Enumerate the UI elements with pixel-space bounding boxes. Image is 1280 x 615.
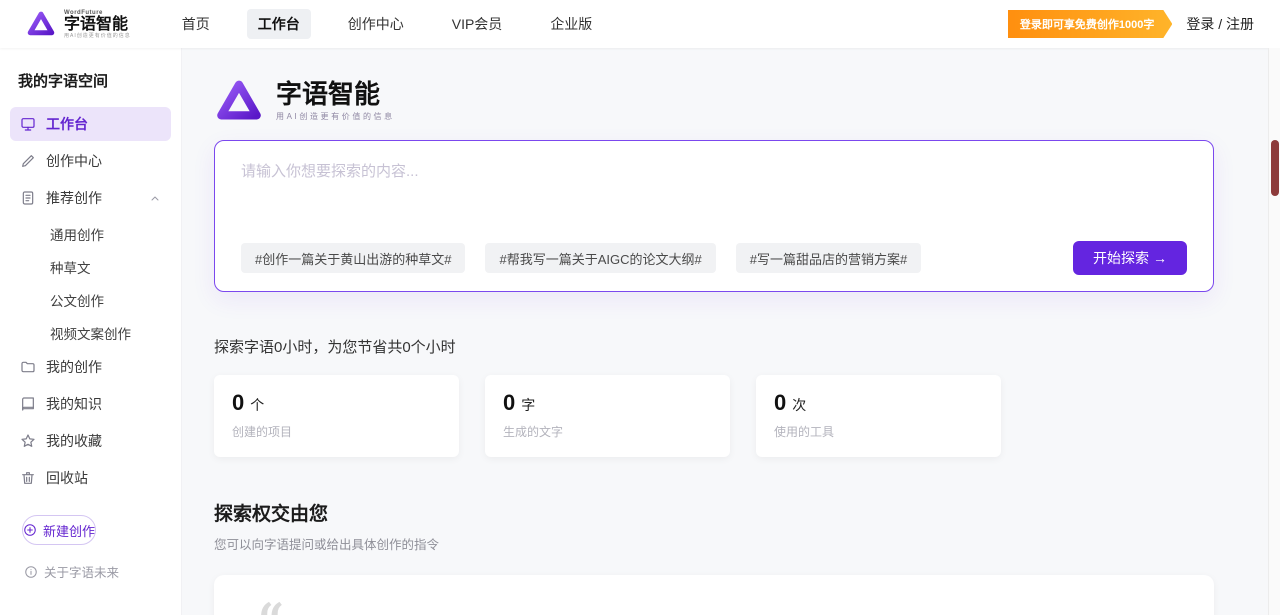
sidebar-subitem-video-copy[interactable]: 视频文案创作 (10, 317, 171, 349)
login-register-link[interactable]: 登录 / 注册 (1186, 14, 1254, 34)
stat-unit: 字 (521, 395, 535, 415)
sidebar-item-label: 我的收藏 (46, 431, 102, 451)
sidebar-item-workbench[interactable]: 工作台 (10, 107, 171, 141)
sidebar-item-label: 我的创作 (46, 357, 102, 377)
nav-enterprise[interactable]: 企业版 (539, 9, 603, 39)
sidebar-item-label: 工作台 (46, 114, 88, 134)
nav-right: 登录即可享免费创作1000字 登录 / 注册 (1008, 10, 1254, 38)
stat-unit: 次 (792, 395, 806, 415)
stat-label: 生成的文字 (503, 423, 712, 440)
app-root: WordFuture 字语智能 用AI创造更有价值的信息 首页 工作台 创作中心… (0, 0, 1280, 615)
qa-example-card: 字语智能是什么? 嗯，帮我创作一篇北京出游攻略 (214, 575, 1214, 615)
sidebar-item-my-creations[interactable]: 我的创作 (10, 350, 171, 384)
sidebar-item-label: 创作中心 (46, 151, 102, 171)
stat-card-projects: 0 个 创建的项目 (214, 375, 459, 457)
star-icon (20, 433, 36, 449)
stats-row: 0 个 创建的项目 0 字 生成的文字 0 次 (214, 375, 1214, 457)
sidebar-subitem-seeding[interactable]: 种草文 (10, 251, 171, 283)
folder-icon (20, 359, 36, 375)
scrollbar-thumb[interactable] (1271, 140, 1279, 196)
subitem-label: 视频文案创作 (50, 323, 131, 343)
explore-button-label: 开始探索 (1093, 248, 1149, 268)
hero-logo: 字语智能 用AI创造更有价值的信息 (214, 78, 1214, 124)
edit-icon (20, 153, 36, 169)
sidebar: 我的字语空间 工作台 创作中心 推荐创作 通用创作 种草文 公文创作 视频文案创… (0, 48, 182, 615)
hero-brand-name: 字语智能 (276, 80, 395, 109)
brand-logo[interactable]: WordFuture 字语智能 用AI创造更有价值的信息 (26, 10, 131, 39)
sidebar-item-label: 推荐创作 (46, 188, 102, 208)
brand-triangle-icon (26, 10, 56, 38)
document-icon (20, 190, 36, 206)
subitem-label: 种草文 (50, 257, 91, 277)
quote-icon (258, 597, 284, 615)
scrollbar-track[interactable] (1268, 48, 1280, 615)
subitem-label: 公文创作 (50, 290, 104, 310)
stat-value: 0 (232, 390, 244, 416)
promo-banner[interactable]: 登录即可享免费创作1000字 (1008, 10, 1172, 38)
suggestion-chip-dessert[interactable]: #写一篇甜品店的营销方案# (736, 243, 921, 273)
plus-circle-icon (23, 523, 37, 537)
stat-label: 使用的工具 (774, 423, 983, 440)
sidebar-item-label: 回收站 (46, 468, 88, 488)
sidebar-title: 我的字语空间 (10, 68, 171, 107)
about-label: 关于字语未来 (44, 562, 119, 581)
suggestion-row: #创作一篇关于黄山出游的种草文# #帮我写一篇关于AIGC的论文大纲# #写一篇… (241, 241, 1187, 275)
sidebar-subitem-official[interactable]: 公文创作 (10, 284, 171, 316)
arrow-right-icon: → (1153, 250, 1167, 266)
stat-value: 0 (774, 390, 786, 416)
stat-value: 0 (503, 390, 515, 416)
brand-text: WordFuture 字语智能 用AI创造更有价值的信息 (64, 10, 131, 39)
nav-workbench[interactable]: 工作台 (247, 9, 311, 39)
search-input[interactable] (241, 161, 1187, 241)
trash-icon (20, 470, 36, 486)
sidebar-subitem-general[interactable]: 通用创作 (10, 218, 171, 250)
explore-section-subtitle: 您可以向字语提问或给出具体创作的指令 (214, 534, 1214, 553)
subitem-label: 通用创作 (50, 224, 104, 244)
sidebar-item-label: 我的知识 (46, 394, 102, 414)
about-link[interactable]: 关于字语未来 (24, 562, 119, 581)
search-card: #创作一篇关于黄山出游的种草文# #帮我写一篇关于AIGC的论文大纲# #写一篇… (214, 140, 1214, 292)
stat-card-words: 0 字 生成的文字 (485, 375, 730, 457)
hero-triangle-icon (214, 78, 264, 124)
nav-vip[interactable]: VIP会员 (441, 9, 514, 39)
top-nav: 首页 工作台 创作中心 VIP会员 企业版 (171, 9, 604, 39)
stat-label: 创建的项目 (232, 423, 441, 440)
qa-left: 字语智能是什么? (232, 589, 727, 615)
sidebar-item-my-knowledge[interactable]: 我的知识 (10, 387, 171, 421)
sidebar-item-recycle-bin[interactable]: 回收站 (10, 461, 171, 495)
new-creation-button[interactable]: 新建创作 (22, 515, 96, 545)
nav-creation-center[interactable]: 创作中心 (337, 9, 415, 39)
suggestion-chip-aigc[interactable]: #帮我写一篇关于AIGC的论文大纲# (485, 243, 715, 273)
suggestion-chip-huangshan[interactable]: #创作一篇关于黄山出游的种草文# (241, 243, 465, 273)
brand-name: 字语智能 (64, 17, 131, 33)
brand-tagline: 用AI创造更有价值的信息 (64, 34, 131, 39)
explore-button[interactable]: 开始探索 → (1073, 241, 1187, 275)
stat-unit: 个 (250, 395, 264, 415)
nav-home[interactable]: 首页 (171, 9, 221, 39)
book-icon (20, 396, 36, 412)
brand-subtitle: WordFuture (64, 10, 131, 16)
sidebar-item-creation-center[interactable]: 创作中心 (10, 144, 171, 178)
stat-card-tools: 0 次 使用的工具 (756, 375, 1001, 457)
hero-tagline: 用AI创造更有价值的信息 (276, 111, 395, 122)
new-creation-label: 新建创作 (43, 521, 95, 540)
main-content: 字语智能 用AI创造更有价值的信息 #创作一篇关于黄山出游的种草文# #帮我写一… (182, 48, 1280, 615)
stats-summary: 探索字语0小时，为您节省共0个小时 (214, 336, 1214, 357)
sidebar-item-favorites[interactable]: 我的收藏 (10, 424, 171, 458)
explore-section-title: 探索权交由您 (214, 499, 1214, 526)
navbar: WordFuture 字语智能 用AI创造更有价值的信息 首页 工作台 创作中心… (0, 0, 1280, 48)
monitor-icon (20, 116, 36, 132)
info-circle-icon (24, 565, 38, 579)
chevron-up-icon[interactable] (149, 192, 161, 204)
sidebar-item-recommended[interactable]: 推荐创作 (10, 181, 171, 215)
